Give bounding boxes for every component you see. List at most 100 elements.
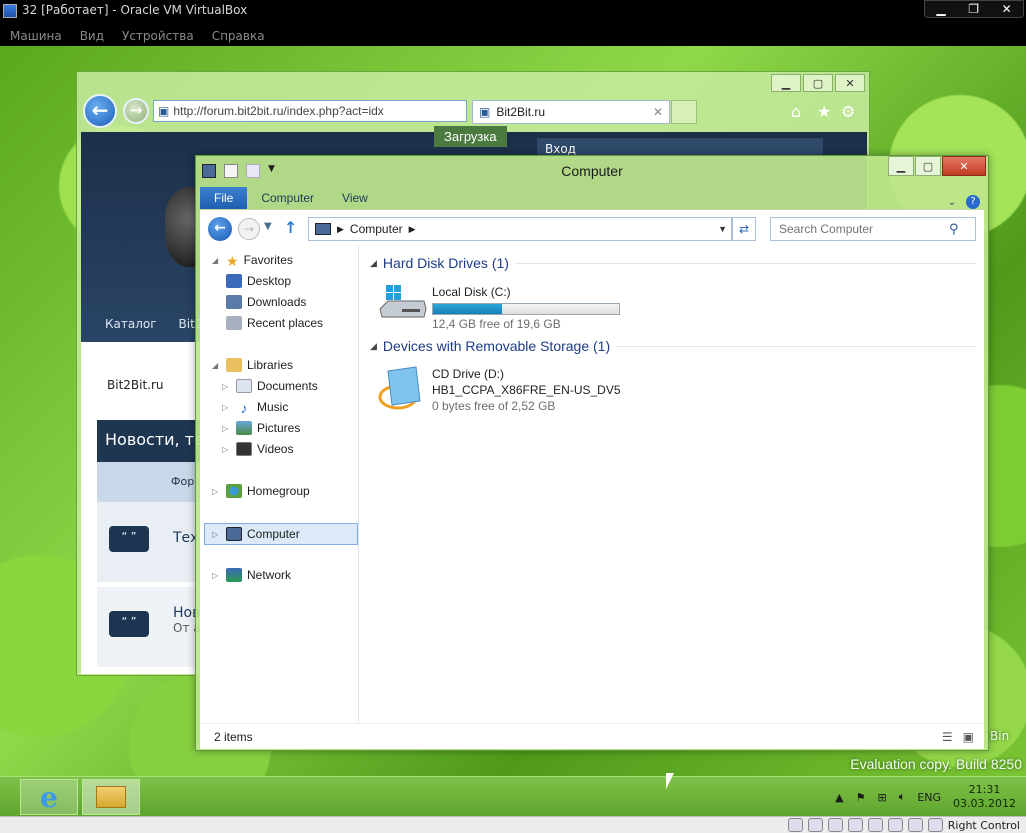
- language-indicator[interactable]: ENG: [917, 791, 941, 804]
- taskbar-explorer-button[interactable]: [82, 779, 140, 815]
- expand-ribbon-icon[interactable]: ⌄: [948, 197, 956, 208]
- tab-file[interactable]: File: [200, 187, 248, 209]
- nav-item-music[interactable]: ▷ ♪ Music: [222, 400, 288, 416]
- flag-icon[interactable]: ⚑: [856, 791, 866, 804]
- forum-row[interactable]: “ ” Нов От а: [97, 587, 207, 667]
- browser-maximize-icon[interactable]: ▢: [803, 74, 833, 92]
- browser-tab[interactable]: ▣ Bit2Bit.ru ✕: [472, 100, 670, 124]
- hard-disk-status-icon[interactable]: [787, 818, 803, 832]
- nav-item-videos[interactable]: ▷ Videos: [222, 442, 293, 456]
- restore-icon[interactable]: ❐: [968, 2, 979, 16]
- network-adapter-status-icon[interactable]: [847, 818, 863, 832]
- large-icons-view-icon[interactable]: ▣: [963, 730, 974, 744]
- breadcrumb-computer[interactable]: Computer: [350, 222, 403, 236]
- collapse-icon[interactable]: ◢: [212, 256, 221, 265]
- expand-icon[interactable]: ▷: [212, 571, 221, 580]
- optical-drive-status-icon[interactable]: [807, 818, 823, 832]
- video-capture-status-icon[interactable]: [887, 818, 903, 832]
- clock[interactable]: 21:31 03.03.2012: [953, 783, 1016, 811]
- menu-help[interactable]: Справка: [212, 29, 265, 43]
- usb-status-icon[interactable]: [827, 818, 843, 832]
- gear-icon[interactable]: ⚙: [841, 102, 855, 121]
- forum-row[interactable]: “ ” Тех: [97, 502, 207, 582]
- search-box[interactable]: ⚲: [770, 217, 976, 241]
- browser-minimize-icon[interactable]: ▁: [771, 74, 801, 92]
- forward-button[interactable]: →: [238, 218, 260, 240]
- nav-item-computer[interactable]: ▷ Computer: [204, 523, 358, 545]
- nav-item-downloads[interactable]: Downloads: [226, 295, 306, 309]
- recent-locations-icon[interactable]: ▼: [264, 221, 272, 232]
- explorer-minimize-icon[interactable]: ▁: [888, 156, 914, 176]
- explorer-window[interactable]: ▼ Computer ▁ ▢ ✕ File Computer View ⌄ ? …: [195, 155, 989, 751]
- browser-forward-button[interactable]: →: [123, 98, 149, 124]
- nav-item-desktop[interactable]: Desktop: [226, 274, 291, 288]
- browser-back-button[interactable]: ←: [83, 94, 117, 128]
- explorer-window-controls: ▁ ▢ ✕: [888, 156, 986, 176]
- home-icon[interactable]: ⌂: [791, 102, 801, 121]
- menu-catalog-link[interactable]: Каталог: [105, 317, 157, 331]
- collapse-icon[interactable]: ◢: [212, 361, 221, 370]
- volume-icon[interactable]: 🔈︎: [899, 790, 906, 804]
- tab-computer[interactable]: Computer: [247, 187, 328, 209]
- search-input[interactable]: [779, 222, 949, 236]
- minimize-icon[interactable]: ▁: [936, 2, 945, 16]
- nav-item-pictures[interactable]: ▷ Pictures: [222, 421, 300, 435]
- nav-item-homegroup[interactable]: ▷ Homegroup: [212, 484, 310, 498]
- breadcrumb-sep-icon[interactable]: ▶: [337, 224, 344, 235]
- nav-item-favorites[interactable]: ◢ ★ Favorites: [212, 253, 293, 269]
- tab-view[interactable]: View: [328, 187, 382, 209]
- drive-free-space: 0 bytes free of 2,52 GB: [432, 399, 556, 413]
- close-icon[interactable]: ✕: [1002, 2, 1012, 16]
- site-name-link[interactable]: Bit2Bit.ru: [107, 378, 164, 392]
- nav-item-libraries[interactable]: ◢ Libraries: [212, 358, 293, 372]
- expand-icon[interactable]: ▷: [212, 530, 221, 539]
- details-view-icon[interactable]: ☰: [942, 730, 953, 744]
- help-icon[interactable]: ?: [966, 195, 980, 209]
- group-removable-storage[interactable]: ◢ Devices with Removable Storage (1): [370, 338, 976, 354]
- expand-icon[interactable]: ▷: [222, 445, 231, 454]
- cd-drive-icon: [378, 366, 421, 410]
- nav-item-documents[interactable]: ▷ Documents: [222, 379, 318, 393]
- nav-item-label: Downloads: [247, 295, 307, 309]
- network-status-icon[interactable]: ⊞: [877, 791, 886, 804]
- favorites-star-icon[interactable]: ★: [817, 102, 831, 121]
- drive-usage-bar: [432, 303, 620, 315]
- browser-close-icon[interactable]: ✕: [835, 74, 865, 92]
- explorer-close-icon[interactable]: ✕: [942, 156, 986, 176]
- collapse-icon[interactable]: ◢: [370, 341, 377, 352]
- mouse-integration-status-icon[interactable]: [907, 818, 923, 832]
- shared-folders-status-icon[interactable]: [867, 818, 883, 832]
- group-hard-disk-drives[interactable]: ◢ Hard Disk Drives (1): [370, 255, 976, 271]
- show-hidden-icons-icon[interactable]: ▲: [835, 791, 843, 804]
- menu-view[interactable]: Вид: [80, 29, 104, 43]
- back-button[interactable]: ←: [208, 217, 232, 241]
- address-bar[interactable]: ▣ http://forum.bit2bit.ru/index.php?act=…: [153, 100, 467, 122]
- music-icon: ♪: [240, 400, 248, 416]
- explorer-maximize-icon[interactable]: ▢: [915, 156, 941, 176]
- search-icon[interactable]: ⚲: [949, 222, 959, 237]
- chevron-down-icon[interactable]: ▼: [718, 224, 727, 234]
- breadcrumb-sep-icon[interactable]: ▶: [409, 224, 416, 235]
- expand-icon[interactable]: ▷: [222, 424, 231, 433]
- collapse-icon[interactable]: ◢: [370, 258, 377, 269]
- nav-item-network[interactable]: ▷ Network: [212, 568, 291, 582]
- menu-devices[interactable]: Устройства: [122, 29, 194, 43]
- refresh-button[interactable]: ⇄: [732, 217, 756, 241]
- up-arrow-icon[interactable]: ↑: [284, 218, 297, 237]
- group-divider: [514, 262, 976, 264]
- recycle-bin-label[interactable]: Bin: [990, 729, 1009, 743]
- drive-name: CD Drive (D:): [432, 367, 504, 381]
- status-bar: 2 items ☰ ▣: [200, 723, 984, 749]
- window-title: 32 [Работает] - Oracle VM VirtualBox: [22, 3, 248, 17]
- menu-machine[interactable]: Машина: [10, 29, 62, 43]
- taskbar-ie-button[interactable]: e: [20, 779, 78, 815]
- breadcrumb[interactable]: ▶ Computer ▶ ▼: [308, 217, 732, 241]
- nav-item-recent-places[interactable]: Recent places: [226, 316, 323, 330]
- network-icon: [226, 568, 242, 582]
- expand-icon[interactable]: ▷: [222, 403, 231, 412]
- expand-icon[interactable]: ▷: [212, 487, 221, 496]
- new-tab-button[interactable]: [671, 100, 697, 124]
- speech-bubble-icon: “ ”: [109, 611, 149, 637]
- tab-close-icon[interactable]: ✕: [653, 105, 663, 119]
- expand-icon[interactable]: ▷: [222, 382, 231, 391]
